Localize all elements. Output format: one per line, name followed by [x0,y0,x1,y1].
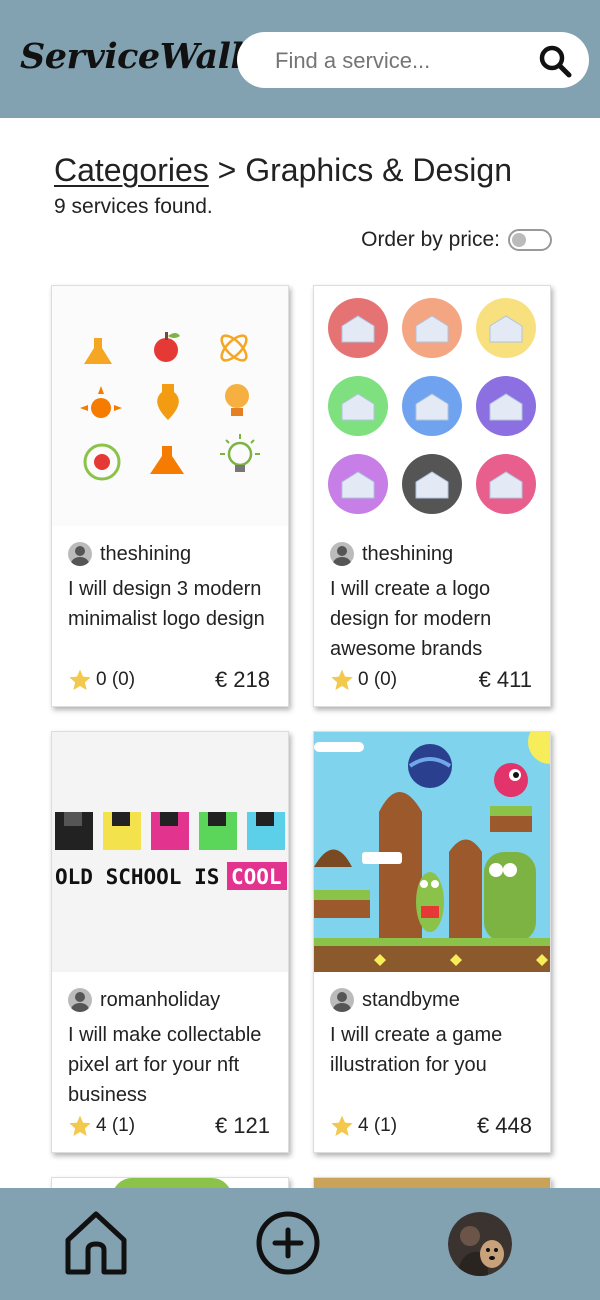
pixel-art-caption: OLD SCHOOL IS [55,865,219,889]
star-icon [331,1115,353,1136]
service-image [314,732,550,972]
science-logos-image [80,332,260,481]
envelope-logos-image [328,298,536,514]
rating-value: 4 (1) [358,1115,398,1136]
user-icon [330,988,354,1012]
order-by-price: Order by price: [361,228,552,252]
service-title: I will design 3 modern minimalist logo d… [68,578,265,630]
toggle-knob [512,233,526,247]
seller-info[interactable]: standbyme [330,988,460,1012]
search-icon[interactable] [538,44,572,78]
seller-name: romanholiday [100,988,221,1011]
service-image [314,286,550,526]
order-by-price-toggle[interactable] [508,229,552,251]
service-price: € 411 [478,667,532,692]
profile-avatar[interactable] [448,1212,512,1276]
pixel-art-caption-highlight: COOL [231,865,282,889]
service-price: € 448 [476,1113,532,1138]
service-title: I will create a logo design for modern a… [330,578,492,660]
service-card[interactable]: standbyme I will create a game illustrat… [313,731,551,1153]
app-header: ServiceWall [0,0,600,118]
user-icon [68,542,92,566]
results-count: 9 services found. [54,195,213,218]
search-input[interactable] [275,48,525,74]
rating-value: 4 (1) [96,1115,136,1136]
service-rating: 0 (0) [68,668,135,692]
order-by-price-label: Order by price: [361,228,500,251]
breadcrumb-categories-link[interactable]: Categories [54,152,209,188]
seller-name: theshining [100,542,192,565]
star-icon [69,1115,91,1136]
seller-name: theshining [362,542,454,565]
service-rating: 4 (1) [330,1114,397,1138]
service-price: € 218 [214,667,270,692]
seller-info[interactable]: romanholiday [68,988,220,1012]
seller-info[interactable]: theshining [330,542,453,566]
seller-name: standbyme [362,988,460,1011]
seller-info[interactable]: theshining [68,542,191,566]
home-icon[interactable] [62,1208,130,1278]
service-title: I will make collectable pixel art for yo… [68,1024,262,1106]
service-image [52,286,288,526]
service-title: I will create a game illustration for yo… [330,1024,503,1076]
rating-value: 0 (0) [358,669,398,690]
service-rating: 0 (0) [330,668,397,692]
rating-value: 0 (0) [96,669,136,690]
star-icon [331,669,353,690]
game-illustration-image [314,732,550,972]
add-circle-icon[interactable] [255,1210,321,1276]
user-icon [68,988,92,1012]
user-icon [330,542,354,566]
breadcrumb-current: Graphics & Design [245,152,512,188]
app-logo[interactable]: ServiceWall [20,36,244,77]
breadcrumb: Categories > Graphics & Design [54,152,512,189]
search-bar[interactable] [237,32,589,88]
service-price: € 121 [214,1113,270,1138]
service-card[interactable]: theshining I will create a logo design f… [313,285,551,707]
breadcrumb-separator: > [217,152,237,188]
service-rating: 4 (1) [68,1114,135,1138]
service-card[interactable]: OLD SCHOOL IS COOL romanholiday I will m… [51,731,289,1153]
bottom-nav [0,1188,600,1300]
service-card[interactable]: theshining I will design 3 modern minima… [51,285,289,707]
service-image: OLD SCHOOL IS COOL [52,732,288,972]
pixel-art-image: OLD SCHOOL IS COOL [55,812,287,890]
star-icon [69,669,91,690]
